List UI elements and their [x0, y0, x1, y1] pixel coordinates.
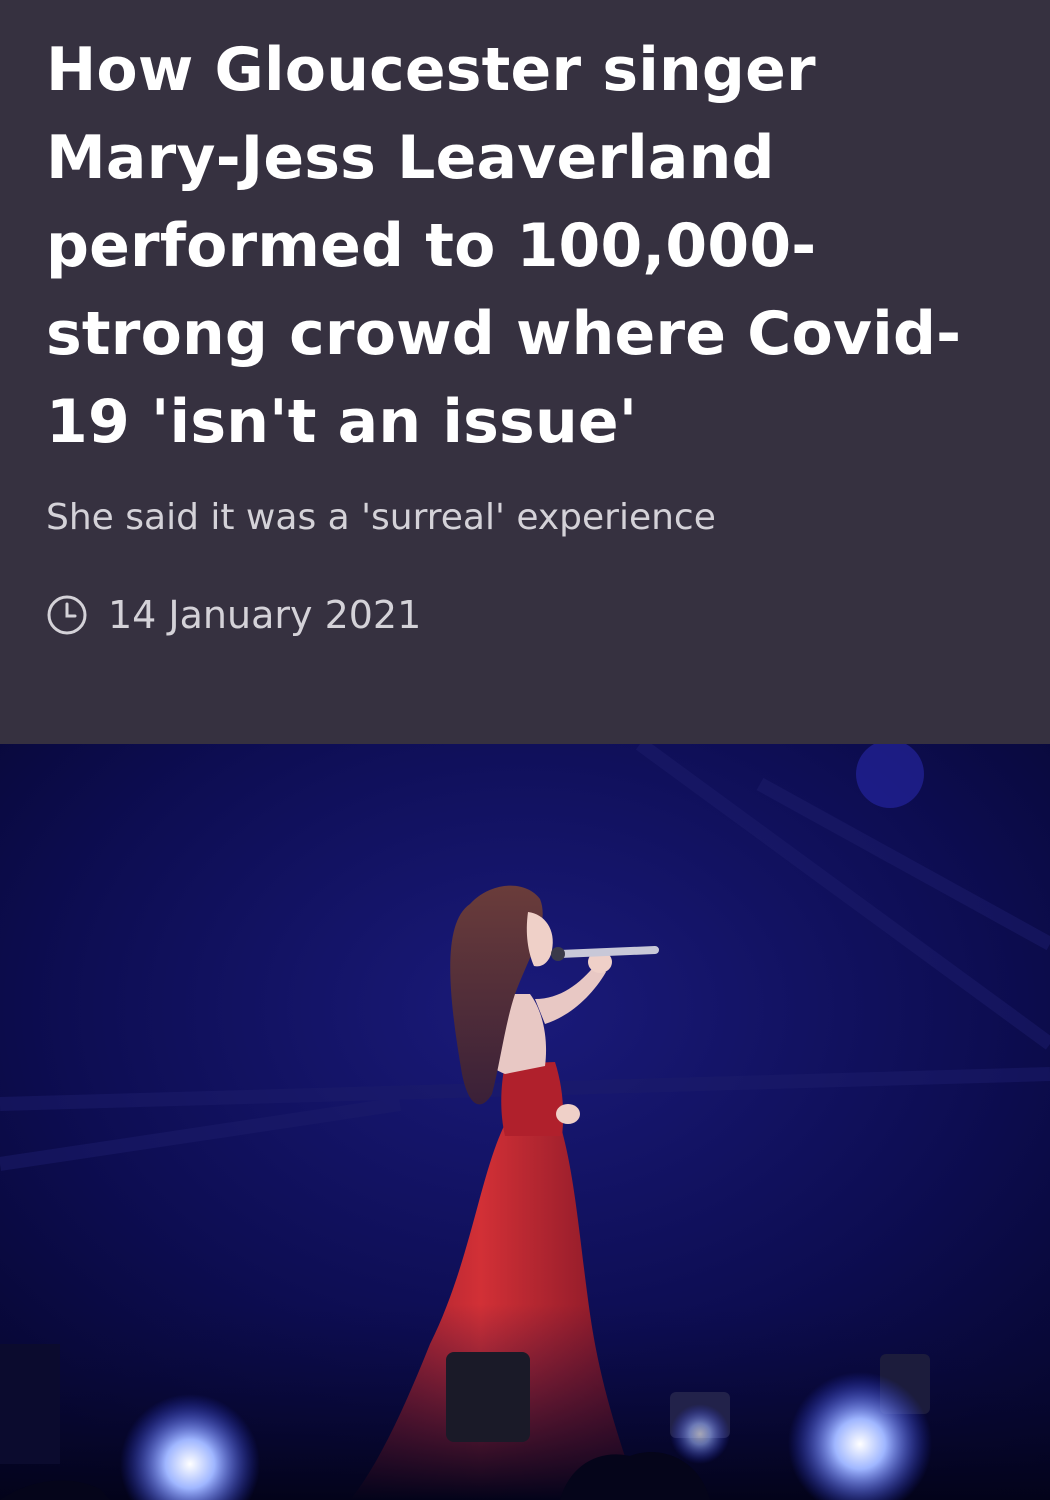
article-header: How Gloucester singer Mary-Jess Leaverla…	[0, 0, 1050, 744]
article-standfirst: She said it was a 'surreal' experience	[46, 497, 716, 538]
hero-image	[0, 744, 1050, 1500]
article-headline: How Gloucester singer Mary-Jess Leaverla…	[46, 35, 962, 457]
hero-image-illustration	[0, 744, 1050, 1500]
article-date: 14 January 2021	[108, 593, 422, 637]
clock-icon	[46, 594, 88, 636]
article-dateline: 14 January 2021	[46, 590, 421, 640]
